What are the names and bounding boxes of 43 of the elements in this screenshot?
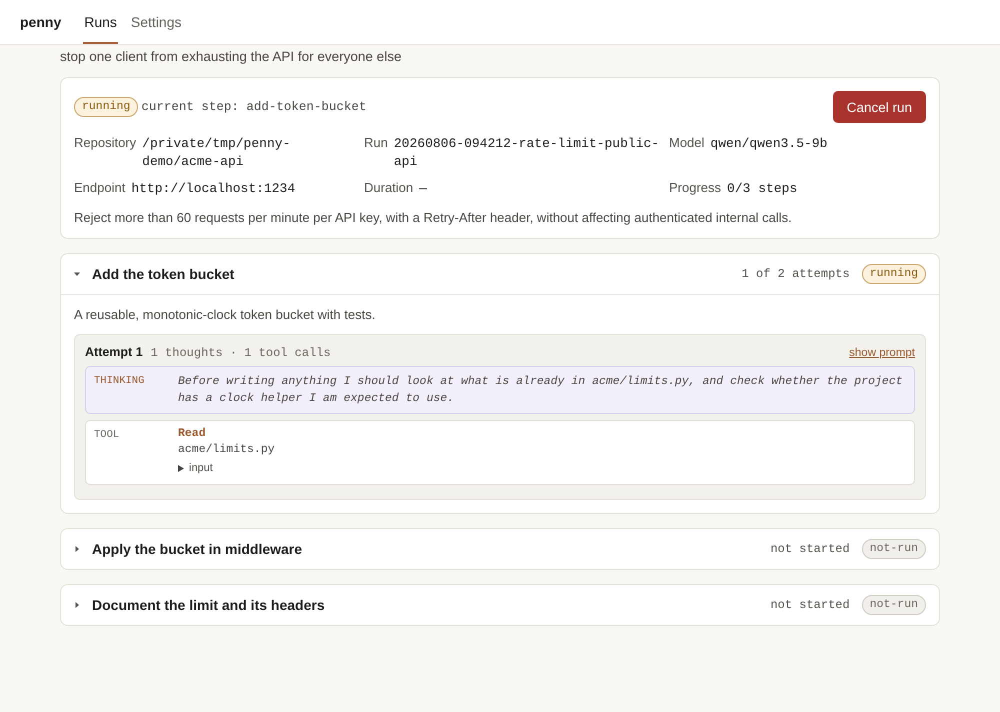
step-title[interactable]: Apply the bucket in middleware xyxy=(92,541,758,557)
run-description: Reject more than 60 requests per minute per API key, with a Retry-After header, without affecting authenticated internal calls. xyxy=(74,210,793,225)
thought-text: Before writing anything I should look at what is already in acme/limits.py, and check whether the project has a clock helper I am expected to use. xyxy=(178,374,904,407)
nav-tab[interactable]: Settings xyxy=(130,2,183,44)
run-title: stop one client from exhausting the API for everyone else xyxy=(60,49,402,64)
status-badge: running xyxy=(74,97,138,117)
field-label: Progress xyxy=(669,180,722,195)
entry-label: THINKING xyxy=(94,374,146,389)
field-value: — xyxy=(419,180,427,198)
caret-right-icon[interactable] xyxy=(178,464,184,472)
caret-right-icon[interactable] xyxy=(74,602,80,608)
entry-label: TOOL xyxy=(94,428,120,443)
cancel-button[interactable]: Cancel run xyxy=(832,91,926,123)
step-title[interactable]: Add the token bucket xyxy=(92,266,730,282)
current-step: current step: add-token-bucket xyxy=(141,100,830,114)
field-label: Run xyxy=(364,135,388,150)
field-value: http://localhost:1234 xyxy=(131,180,296,198)
caret-down-icon[interactable] xyxy=(74,271,80,277)
step-title[interactable]: Document the limit and its headers xyxy=(92,597,758,613)
nav-tab[interactable]: Runs xyxy=(83,2,118,44)
field-value: qwen/qwen3.5-9b xyxy=(710,135,828,153)
field-label: Model xyxy=(669,135,704,150)
input-toggle[interactable]: input xyxy=(189,462,213,474)
tool-name: Read xyxy=(178,427,207,440)
attempt-meta: 1 thoughts · 1 tool calls xyxy=(150,346,332,360)
step-meta: not started xyxy=(770,542,850,556)
field-value: 20260806-094212-rate-limit-public-api xyxy=(394,135,660,171)
step-meta: 1 of 2 attempts xyxy=(742,267,850,281)
step-meta: not started xyxy=(770,598,850,612)
field-value: /private/tmp/penny-demo/acme-api xyxy=(142,135,292,171)
field-label: Repository xyxy=(74,135,136,150)
step-description: A reusable, monotonic-clock token bucket with tests. xyxy=(74,307,376,322)
status-badge: not-run xyxy=(862,539,926,559)
status-badge: running xyxy=(862,264,926,284)
caret-right-icon[interactable] xyxy=(74,546,80,552)
tool-argument: acme/limits.py xyxy=(178,443,276,456)
field-label: Endpoint xyxy=(74,180,126,195)
attempt-title: Attempt 1 xyxy=(85,345,143,359)
status-badge: not-run xyxy=(862,595,926,615)
show-prompt-link[interactable]: show prompt xyxy=(849,347,915,359)
field-label: Duration xyxy=(364,180,414,195)
field-value: 0/3 steps xyxy=(727,180,798,198)
app-name: penny xyxy=(20,14,62,30)
